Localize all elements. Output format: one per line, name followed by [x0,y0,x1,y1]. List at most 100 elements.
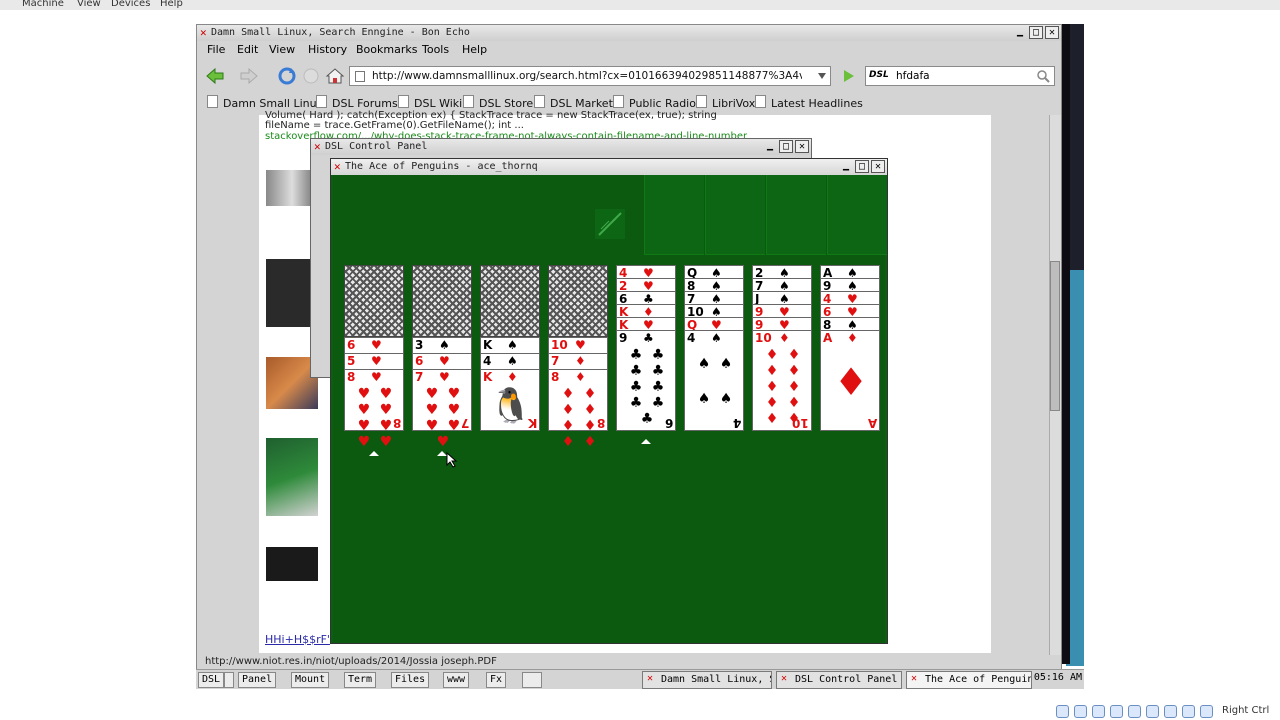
playing-card[interactable]: 10 ♦ ♦ ♦ ♦ ♦ ♦ ♦ ♦ ♦ ♦ ♦ 10 [752,330,812,431]
playing-card[interactable]: 4 ♥ [616,265,676,280]
browser-titlebar[interactable]: ✕ Damn Small Linux, Search Enngine - Bon… [197,25,1061,41]
playing-card[interactable]: 6 ♥ [412,353,472,370]
playing-card[interactable]: 8 ♦ ♦ ♦ ♦ ♦ ♦ ♦ ♦ ♦ 8 [548,369,608,450]
playing-card[interactable]: 7 ♥ ♥ ♥ ♥ ♥ ♥ ♥ ♥ 7 [412,369,472,450]
host-menu-help[interactable]: Help [160,0,183,9]
playing-card[interactable]: 9 ♥ [752,304,812,319]
playing-card[interactable]: K ♠ [480,337,540,354]
foundation-pile[interactable] [766,175,826,255]
host-optical-icon[interactable] [1074,705,1087,718]
minimize-icon[interactable]: ▁ [839,160,853,173]
bookmark-damn-small-linux[interactable]: Damn Small Linux [207,95,323,110]
bookmark-dsl-forums[interactable]: DSL Forums [316,95,398,110]
tableau-column[interactable]: K ♠ 4 ♠ K ♦ 🐧 K [480,265,540,447]
tableau-column[interactable]: 2 ♠ 7 ♠ J ♠ 9 ♥ 9 ♥ 10 ♦ ♦ ♦ ♦ ♦ ♦ ♦ ♦ ♦ ♦ ♦ 10 [752,265,812,447]
playing-card[interactable]: 5 ♥ [344,353,404,370]
page-scrollbar-thumb[interactable] [1050,261,1060,411]
tableau-column[interactable]: 4 ♥ 2 ♥ 6 ♣ K ♦ K ♥ 9 ♣ ♣ ♣ ♣ ♣ ♣ ♣ ♣ ♣ ♣ 6 [616,265,676,447]
home-icon[interactable] [325,67,345,85]
tableau-column[interactable]: 6 ♥ 5 ♥ 8 ♥ ♥ ♥ ♥ ♥ ♥ ♥ ♥ ♥ 8 [344,265,404,450]
playing-card[interactable]: 9 ♣ ♣ ♣ ♣ ♣ ♣ ♣ ♣ ♣ ♣ 6 [616,330,676,431]
bookmark-dsl-wiki[interactable]: DSL Wiki [398,95,462,110]
tableau-column[interactable]: 10 ♥ 7 ♦ 8 ♦ ♦ ♦ ♦ ♦ ♦ ♦ ♦ ♦ 8 [548,265,608,450]
bookmark-public-radio[interactable]: Public Radio [613,95,696,110]
playing-card[interactable]: K ♦ 🐧 K [480,369,540,431]
launcher-term[interactable]: Term [344,672,377,688]
host-display-icon[interactable] [1128,705,1141,718]
host-shared-folder-icon[interactable] [1110,705,1123,718]
maximize-icon[interactable]: □ [1029,26,1043,39]
result-thumbnail[interactable] [266,547,318,581]
launcher-www[interactable]: www [443,672,470,688]
playing-card[interactable]: 4 ♥ [820,291,880,306]
search-icon[interactable] [1037,70,1050,83]
playing-card[interactable]: A ♠ [820,265,880,280]
dsl-panel-titlebar[interactable]: ✕ DSL Control Panel ▁ □ ✕ [311,139,811,155]
foundation-pile[interactable] [705,175,765,255]
playing-card[interactable]: K ♥ [616,317,676,332]
result-title-link[interactable]: HHi+H$$rF' [265,633,330,646]
chevron-down-icon[interactable] [818,73,826,79]
launcher-panel[interactable]: Panel [238,672,277,688]
close-icon[interactable]: ✕ [871,160,885,173]
tableau-column[interactable]: Q ♠ 8 ♠ 7 ♠ 10 ♠ Q ♥ 4 ♠ ♠ ♠ ♠ ♠ 4 [684,265,744,447]
reload-icon[interactable] [277,67,297,85]
launcher-mount[interactable]: Mount [291,672,330,688]
task-ace-of-penguins[interactable]: The Ace of Penguins - [906,671,1032,689]
foundation-pile[interactable] [827,175,887,255]
maximize-icon[interactable]: □ [779,140,793,153]
playing-card[interactable]: 10 ♥ [548,337,608,354]
menu-view[interactable]: View [269,43,295,56]
close-icon[interactable]: ✕ [1045,26,1059,39]
playing-card[interactable]: 6 ♣ [616,291,676,306]
host-arrow-icon[interactable] [1200,705,1213,718]
bookmark-latest-headlines[interactable]: Latest Headlines [755,95,863,110]
deal-slash-icon[interactable] [595,209,625,239]
tableau-column[interactable]: 3 ♠ 6 ♥ 7 ♥ ♥ ♥ ♥ ♥ ♥ ♥ ♥ 7 [412,265,472,450]
ace-titlebar[interactable]: ✕ The Ace of Penguins - ace_thornq ▁ □ ✕ [331,159,887,175]
minimize-icon[interactable]: ▁ [1013,26,1027,39]
playing-card[interactable]: 7 ♠ [684,291,744,306]
playing-card[interactable]: 7 ♠ [752,278,812,293]
url-input[interactable]: http://www.damnsmalllinux.org/search.htm… [349,66,831,86]
menu-bookmarks[interactable]: Bookmarks [356,43,417,56]
start-button[interactable]: DSL [198,672,225,688]
maximize-icon[interactable]: □ [855,160,869,173]
playing-card[interactable]: 9 ♠ [820,278,880,293]
task-browser[interactable]: Damn Small Linux, Sea [642,671,772,689]
host-capture-icon[interactable] [1164,705,1177,718]
playing-card[interactable]: K ♦ [616,304,676,319]
playing-card[interactable]: 10 ♠ [684,304,744,319]
tableau-column[interactable]: A ♠ 9 ♠ 4 ♥ 6 ♥ 8 ♠ A ♦ ♦ A [820,265,880,447]
menu-tools[interactable]: Tools [422,43,449,56]
menu-help[interactable]: Help [462,43,487,56]
playing-card[interactable]: 2 ♥ [616,278,676,293]
bookmark-dsl-store[interactable]: DSL Store [463,95,533,110]
host-menu-view[interactable]: View [77,0,101,9]
playing-card[interactable]: 8 ♠ [684,278,744,293]
menu-file[interactable]: File [207,43,225,56]
go-arrow-icon[interactable] [839,67,859,85]
playing-card[interactable]: 6 ♥ [820,304,880,319]
playing-card[interactable]: Q ♥ [684,317,744,332]
playing-card[interactable]: 9 ♥ [752,317,812,332]
playing-card[interactable]: 2 ♠ [752,265,812,280]
host-menu-machine[interactable]: Machine [22,0,64,9]
stop-icon[interactable] [301,67,321,85]
playing-card[interactable]: 4 ♠ [480,353,540,370]
forward-arrow-icon[interactable] [239,67,259,85]
back-arrow-icon[interactable] [205,67,225,85]
result-thumbnail[interactable] [266,438,318,516]
playing-card[interactable]: J ♠ [752,291,812,306]
host-menu-devices[interactable]: Devices [111,0,150,9]
bookmark-librivox[interactable]: LibriVox [696,95,755,110]
host-network-icon[interactable] [1146,705,1159,718]
playing-card[interactable]: 3 ♠ [412,337,472,354]
playing-card[interactable]: 7 ♦ [548,353,608,370]
minimize-icon[interactable]: ▁ [763,140,777,153]
playing-card[interactable]: 8 ♥ ♥ ♥ ♥ ♥ ♥ ♥ ♥ ♥ 8 [344,369,404,450]
playing-card[interactable]: 8 ♠ [820,317,880,332]
host-mouse-icon[interactable] [1182,705,1195,718]
host-harddisk-icon[interactable] [1056,705,1069,718]
host-usb-icon[interactable] [1092,705,1105,718]
